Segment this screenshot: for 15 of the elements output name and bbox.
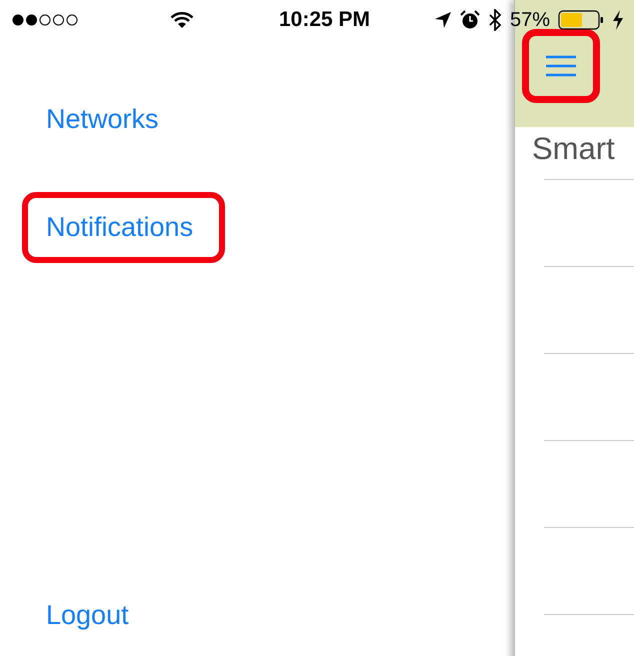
wifi-icon: [170, 11, 194, 29]
battery-icon: [558, 10, 604, 30]
page-title: Smart: [531, 130, 616, 167]
bluetooth-icon: [488, 9, 502, 31]
logout-link[interactable]: Logout: [22, 580, 514, 651]
battery-percent: 57%: [510, 8, 550, 32]
alarm-clock-icon: [460, 10, 480, 30]
menu-icon: [545, 55, 577, 77]
menu-item[interactable]: Networks: [22, 84, 191, 155]
signal-icon: [12, 14, 80, 26]
menu-button[interactable]: [522, 29, 600, 103]
charging-bolt-icon: [612, 10, 624, 30]
location-arrow-icon: [434, 11, 452, 29]
menu-item[interactable]: Notifications: [22, 192, 226, 263]
status-time: 10:25 PM: [279, 8, 370, 32]
